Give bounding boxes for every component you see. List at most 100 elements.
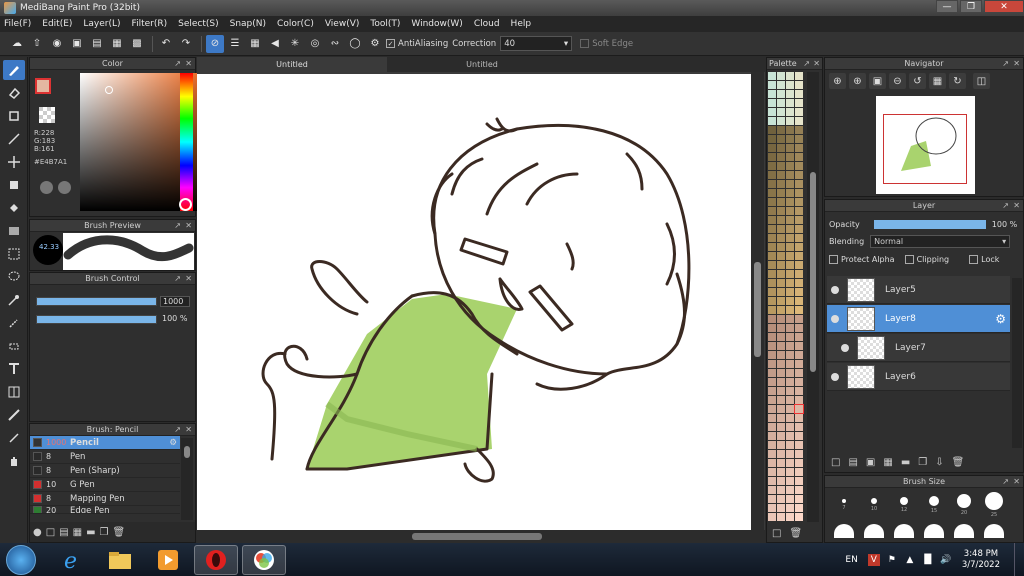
palette-swatch[interactable]	[795, 342, 803, 350]
layer-row-layer7[interactable]: Layer7	[827, 334, 1010, 362]
new-brush-icon[interactable]: □	[46, 527, 55, 538]
antialiasing-checkbox[interactable]: ✓	[386, 39, 395, 48]
palette-swatch[interactable]	[768, 414, 776, 422]
protect-alpha-checkbox[interactable]	[829, 254, 838, 264]
palette-swatch[interactable]	[795, 162, 803, 170]
palette-swatch[interactable]	[795, 333, 803, 341]
palette-swatch[interactable]	[795, 198, 803, 206]
zoom-in-icon[interactable]: ⊕	[849, 73, 866, 89]
palette-swatch[interactable]	[786, 207, 794, 215]
palette-swatch[interactable]	[777, 378, 785, 386]
popout-icon[interactable]: ↗	[1002, 58, 1009, 70]
hand-tool-icon[interactable]	[3, 451, 25, 471]
show-desktop-button[interactable]	[1014, 543, 1024, 576]
palette-swatch[interactable]	[768, 198, 776, 206]
palette-swatch[interactable]	[777, 108, 785, 116]
cloud-icon[interactable]: ☁	[8, 35, 26, 53]
palette-swatch[interactable]	[768, 153, 776, 161]
palette-swatch[interactable]	[777, 225, 785, 233]
eye-icon[interactable]	[841, 343, 849, 352]
menu-filter[interactable]: Filter(R)	[132, 19, 168, 29]
clipping-checkbox[interactable]	[904, 254, 914, 264]
duplicate-icon[interactable]: ❐	[918, 457, 927, 468]
popout-icon[interactable]: ↗	[174, 220, 181, 232]
palette-swatch[interactable]	[777, 72, 785, 80]
brush-item-g-pen[interactable]: 10 G Pen	[30, 478, 180, 492]
menu-select[interactable]: Select(S)	[178, 19, 219, 29]
background-color-swatch[interactable]	[39, 107, 55, 123]
palette-swatch[interactable]	[786, 162, 794, 170]
palette-swatch[interactable]	[777, 495, 785, 503]
brush-size-option[interactable]: 12	[889, 492, 919, 518]
palette-swatch[interactable]	[786, 72, 794, 80]
navigator-viewport-rect[interactable]	[883, 114, 967, 184]
panel-icon[interactable]: ▦	[108, 35, 126, 53]
brush-item-pen[interactable]: 8 Pen	[30, 450, 180, 464]
redo-icon[interactable]: ↷	[177, 35, 195, 53]
brush-size-option[interactable]	[919, 518, 949, 544]
opera-icon[interactable]	[194, 544, 238, 575]
palette-swatch[interactable]	[768, 90, 776, 98]
palette-swatch[interactable]	[786, 189, 794, 197]
lasso-tool-icon[interactable]	[3, 267, 25, 287]
display-icon[interactable]: ▣	[68, 35, 86, 53]
import-brush-icon[interactable]: ▤	[59, 527, 68, 538]
palette-swatch[interactable]	[777, 252, 785, 260]
palette-swatch[interactable]	[777, 324, 785, 332]
palette-swatch[interactable]	[786, 504, 794, 512]
file-explorer-icon[interactable]	[98, 545, 142, 575]
palette-swatch[interactable]	[795, 117, 803, 125]
new-halftone-layer-icon[interactable]: ▤	[848, 457, 857, 468]
menu-snap[interactable]: Snap(N)	[230, 19, 266, 29]
folder-icon[interactable]: ▬	[86, 527, 95, 538]
palette-swatch[interactable]	[786, 297, 794, 305]
palette-swatch[interactable]	[777, 135, 785, 143]
rotate-right-icon[interactable]: ↻	[949, 73, 966, 89]
palette-swatch[interactable]	[786, 288, 794, 296]
clock[interactable]: 3:48 PM 3/7/2022	[962, 549, 1000, 571]
dot-tool-icon[interactable]	[3, 106, 25, 126]
palette-swatch[interactable]	[777, 468, 785, 476]
new-layer-icon[interactable]: □	[831, 457, 840, 468]
palette-swatch[interactable]	[768, 504, 776, 512]
palette-swatch[interactable]	[786, 342, 794, 350]
hue-marker[interactable]	[179, 198, 192, 211]
popout-icon[interactable]: ↗	[1002, 200, 1009, 212]
zoom-in-icon[interactable]: ⊕	[829, 73, 846, 89]
palette-swatch[interactable]	[777, 234, 785, 242]
palette-swatch[interactable]	[786, 486, 794, 494]
palette-swatch[interactable]	[795, 315, 803, 323]
palette-swatch[interactable]	[777, 279, 785, 287]
palette-swatch[interactable]	[768, 207, 776, 215]
magic-wand-tool-icon[interactable]	[3, 290, 25, 310]
grid-layout-icon[interactable]: ▩	[128, 35, 146, 53]
correction-select[interactable]: 40 ▾	[500, 36, 573, 51]
palette-swatch[interactable]	[786, 81, 794, 89]
palette-swatch[interactable]	[768, 180, 776, 188]
palette-swatch[interactable]	[786, 198, 794, 206]
palette-swatch[interactable]	[795, 279, 803, 287]
palette-swatch[interactable]	[795, 288, 803, 296]
menu-help[interactable]: Help	[511, 19, 532, 29]
circle-snap-icon[interactable]: ◎	[306, 35, 324, 53]
palette-swatch[interactable]	[768, 135, 776, 143]
brush-tool-icon[interactable]	[3, 60, 25, 80]
palette-swatch[interactable]	[786, 234, 794, 242]
palette-swatch[interactable]	[786, 261, 794, 269]
panel-close-icon[interactable]: ✕	[185, 424, 192, 436]
palette-swatch[interactable]	[786, 315, 794, 323]
palette-swatch[interactable]	[795, 126, 803, 134]
popout-icon[interactable]: ↗	[174, 273, 181, 285]
palette-swatch[interactable]	[777, 216, 785, 224]
palette-swatch[interactable]	[768, 513, 776, 521]
blending-select[interactable]: Normal ▾	[870, 234, 1011, 248]
palette-swatch[interactable]	[786, 180, 794, 188]
panel-close-icon[interactable]: ✕	[1013, 58, 1020, 70]
drawing-canvas[interactable]	[197, 74, 752, 530]
palette-swatch[interactable]	[768, 315, 776, 323]
palette-swatch[interactable]	[768, 270, 776, 278]
palette-swatch[interactable]	[795, 459, 803, 467]
palette-swatch[interactable]	[777, 270, 785, 278]
palette-swatch[interactable]	[768, 468, 776, 476]
navigator-thumbnail[interactable]	[876, 96, 975, 194]
